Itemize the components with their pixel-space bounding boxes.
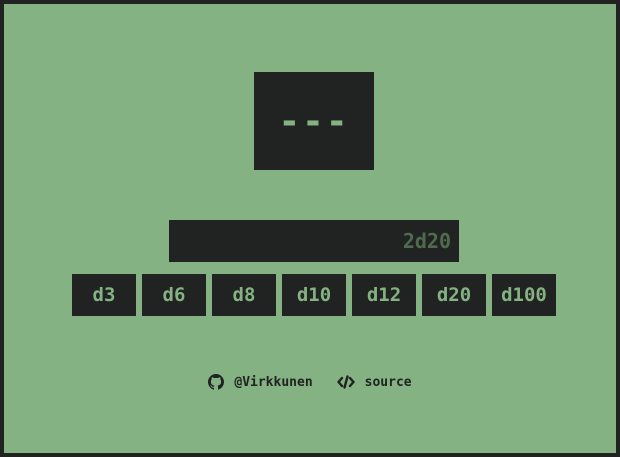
github-icon	[208, 374, 225, 390]
d10-button[interactable]: d10	[282, 274, 346, 316]
roll-result-display: ---	[254, 72, 374, 170]
d100-button[interactable]: d100	[492, 274, 556, 316]
app-frame: --- d3 d6 d8 d10 d12 d20 d100 @Virkkunen	[4, 4, 616, 453]
d20-button[interactable]: d20	[422, 274, 486, 316]
d12-button[interactable]: d12	[352, 274, 416, 316]
source-link-label: source	[364, 374, 412, 390]
d6-button[interactable]: d6	[142, 274, 206, 316]
code-icon	[336, 375, 355, 389]
footer: @Virkkunen source	[4, 374, 616, 390]
d8-button[interactable]: d8	[212, 274, 276, 316]
dice-notation-input[interactable]	[169, 220, 459, 262]
source-link[interactable]: source	[336, 374, 412, 390]
github-link-label: @Virkkunen	[234, 374, 313, 390]
github-link[interactable]: @Virkkunen	[208, 374, 313, 390]
dice-button-row: d3 d6 d8 d10 d12 d20 d100	[72, 274, 556, 316]
d3-button[interactable]: d3	[72, 274, 136, 316]
